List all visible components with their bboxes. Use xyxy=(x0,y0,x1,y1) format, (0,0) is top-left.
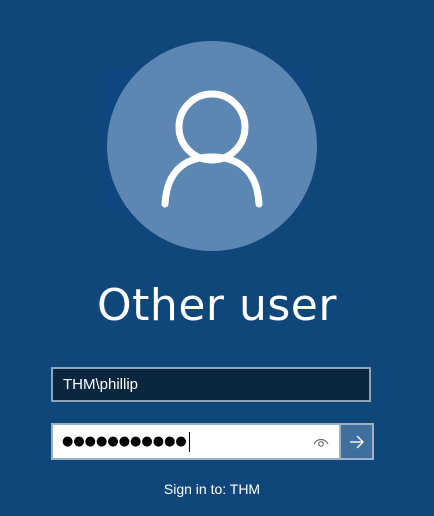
avatar xyxy=(107,41,317,251)
password-mask: ●●●●●●●●●●● xyxy=(62,434,187,449)
lock-screen: Other user THM\phillip ●●●●●●●●●●● Sign … xyxy=(0,0,434,516)
password-row: ●●●●●●●●●●● xyxy=(51,423,374,460)
password-field[interactable]: ●●●●●●●●●●● xyxy=(51,423,339,460)
username-field[interactable]: THM\phillip xyxy=(51,367,371,402)
user-display-name: Other user xyxy=(97,280,337,331)
eye-icon[interactable] xyxy=(313,435,329,449)
submit-button[interactable] xyxy=(339,423,374,460)
text-cursor xyxy=(188,431,190,452)
person-icon xyxy=(161,90,263,208)
arrow-right-icon xyxy=(349,435,364,448)
sign-in-domain-label: Sign in to: THM xyxy=(163,481,261,497)
username-value: THM\phillip xyxy=(63,376,139,393)
